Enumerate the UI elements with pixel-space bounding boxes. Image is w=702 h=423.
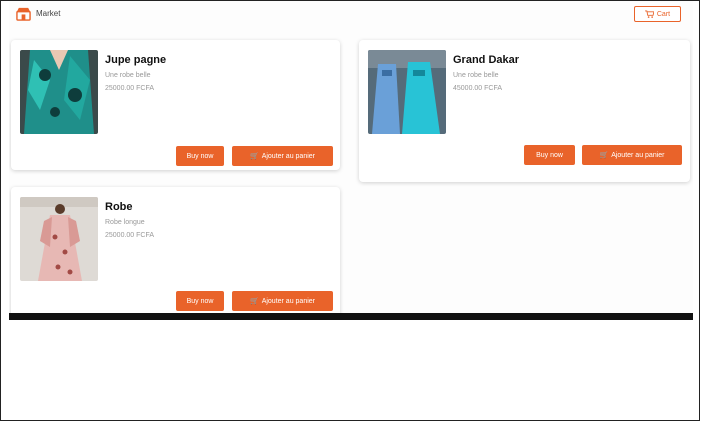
cart-plus-icon: 🛒 [599, 152, 609, 159]
add-to-cart-button[interactable]: 🛒 Ajouter au panier [582, 145, 682, 165]
cart-plus-icon: 🛒 [249, 298, 259, 305]
product-description: Une robe belle [105, 72, 151, 79]
buy-now-label: Buy now [186, 152, 214, 160]
product-price: 25000.00 FCFA [105, 85, 155, 92]
cart-label: Cart [656, 10, 671, 18]
add-to-cart-label: Ajouter au panier [261, 297, 316, 305]
product-image[interactable] [368, 50, 446, 134]
cart-plus-icon: 🛒 [249, 153, 259, 160]
product-image[interactable] [20, 50, 98, 134]
product-name[interactable]: Jupe pagne [105, 54, 166, 66]
bottom-bar [9, 313, 693, 320]
buy-now-label: Buy now [536, 151, 563, 159]
product-price: 25000.00 FCFA [105, 232, 155, 239]
cart-button[interactable]: Cart [634, 6, 681, 22]
product-card: Robe Robe longue 25000.00 FCFA Buy now 🛒… [11, 187, 340, 319]
product-description: Une robe belle [453, 72, 499, 79]
add-to-cart-label: Ajouter au panier [611, 151, 665, 159]
buy-now-button[interactable]: Buy now [176, 291, 224, 311]
cart-icon [644, 10, 654, 18]
product-photo [20, 197, 98, 281]
buy-now-button[interactable]: Buy now [524, 145, 575, 165]
product-card: Jupe pagne Une robe belle 25000.00 FCFA … [11, 40, 340, 170]
brand-logo[interactable]: Market [16, 6, 60, 21]
top-bar: Market Cart [9, 1, 693, 33]
add-to-cart-button[interactable]: 🛒 Ajouter au panier [232, 146, 333, 166]
add-to-cart-button[interactable]: 🛒 Ajouter au panier [232, 291, 333, 311]
brand-name: Market [36, 9, 61, 18]
buy-now-button[interactable]: Buy now [176, 146, 224, 166]
add-to-cart-label: Ajouter au panier [261, 152, 316, 160]
product-photo [368, 50, 446, 134]
product-card: Grand Dakar Une robe belle 45000.00 FCFA… [359, 40, 690, 182]
product-price: 45000.00 FCFA [453, 85, 503, 92]
product-description: Robe longue [105, 219, 145, 226]
buy-now-label: Buy now [186, 297, 214, 305]
product-name[interactable]: Grand Dakar [453, 54, 519, 66]
shop-icon [16, 7, 31, 21]
product-name[interactable]: Robe [105, 201, 133, 213]
app-window: Market Cart Jupe pagne Une robe belle 25… [9, 1, 693, 319]
product-photo [20, 50, 98, 134]
product-image[interactable] [20, 197, 98, 281]
